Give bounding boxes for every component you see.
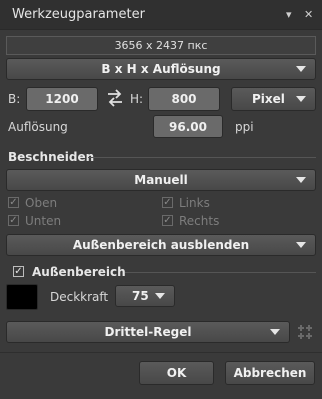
chevron-down-icon: [270, 329, 280, 335]
outside-checkbox[interactable]: ✓: [13, 266, 24, 277]
outside-mode-select[interactable]: Außenbereich ausblenden: [6, 234, 316, 256]
right-checkbox[interactable]: ✓: [162, 215, 173, 226]
unit-select-label: Pixel: [252, 92, 285, 106]
right-checkbox-label: Rechts: [179, 214, 220, 228]
crop-mode-label: Manuell: [134, 173, 188, 187]
chevron-down-icon: [155, 293, 165, 299]
mode-select-label: B x H x Auflösung: [101, 62, 221, 76]
top-checkbox[interactable]: ✓: [8, 197, 19, 208]
outside-color-swatch[interactable]: [6, 284, 38, 310]
bottom-checkbox[interactable]: ✓: [8, 215, 19, 226]
top-checkbox-label: Oben: [25, 196, 58, 210]
chevron-down-icon: [296, 177, 306, 183]
width-label: B:: [8, 92, 21, 106]
height-label: H:: [130, 92, 144, 106]
bottom-checkbox-label: Unten: [25, 214, 62, 228]
ok-button[interactable]: OK: [139, 361, 214, 385]
window-title: Werkzeugparameter: [12, 7, 145, 22]
outside-mode-label: Außenbereich ausblenden: [72, 238, 250, 252]
collapse-icon[interactable]: ▾: [286, 8, 292, 21]
chevron-down-icon: [296, 66, 306, 72]
chevron-down-icon: [296, 96, 306, 102]
opacity-select[interactable]: 75: [115, 285, 175, 307]
chevron-down-icon: [296, 242, 306, 248]
guides-grid-icon[interactable]: [296, 323, 314, 341]
width-input[interactable]: 1200: [26, 87, 98, 111]
close-icon[interactable]: ✕: [304, 8, 313, 21]
left-checkbox[interactable]: ✓: [162, 197, 173, 208]
crop-divider: [88, 157, 316, 158]
cancel-button[interactable]: Abbrechen: [225, 361, 315, 385]
outside-section-title: Außenbereich: [32, 265, 126, 279]
crop-mode-select[interactable]: Manuell: [6, 169, 316, 191]
footer-divider: [0, 352, 322, 353]
left-checkbox-label: Links: [179, 196, 210, 210]
opacity-value: 75: [132, 289, 149, 303]
outside-divider: [125, 272, 316, 273]
guides-select-label: Drittel-Regel: [104, 325, 192, 339]
mode-select[interactable]: B x H x Auflösung: [6, 58, 316, 80]
height-input[interactable]: 800: [148, 87, 220, 111]
opacity-label: Deckkraft: [50, 290, 109, 304]
swap-dimensions-icon[interactable]: [106, 88, 124, 108]
guides-select[interactable]: Drittel-Regel: [6, 321, 290, 343]
image-size-display: 3656 x 2437 пкс: [6, 36, 316, 55]
resolution-label: Auflösung: [8, 120, 68, 134]
crop-section-title: Beschneiden: [8, 150, 95, 164]
unit-select[interactable]: Pixel: [231, 87, 316, 111]
resolution-unit: ppi: [235, 120, 254, 134]
resolution-input[interactable]: 96.00: [153, 115, 223, 138]
